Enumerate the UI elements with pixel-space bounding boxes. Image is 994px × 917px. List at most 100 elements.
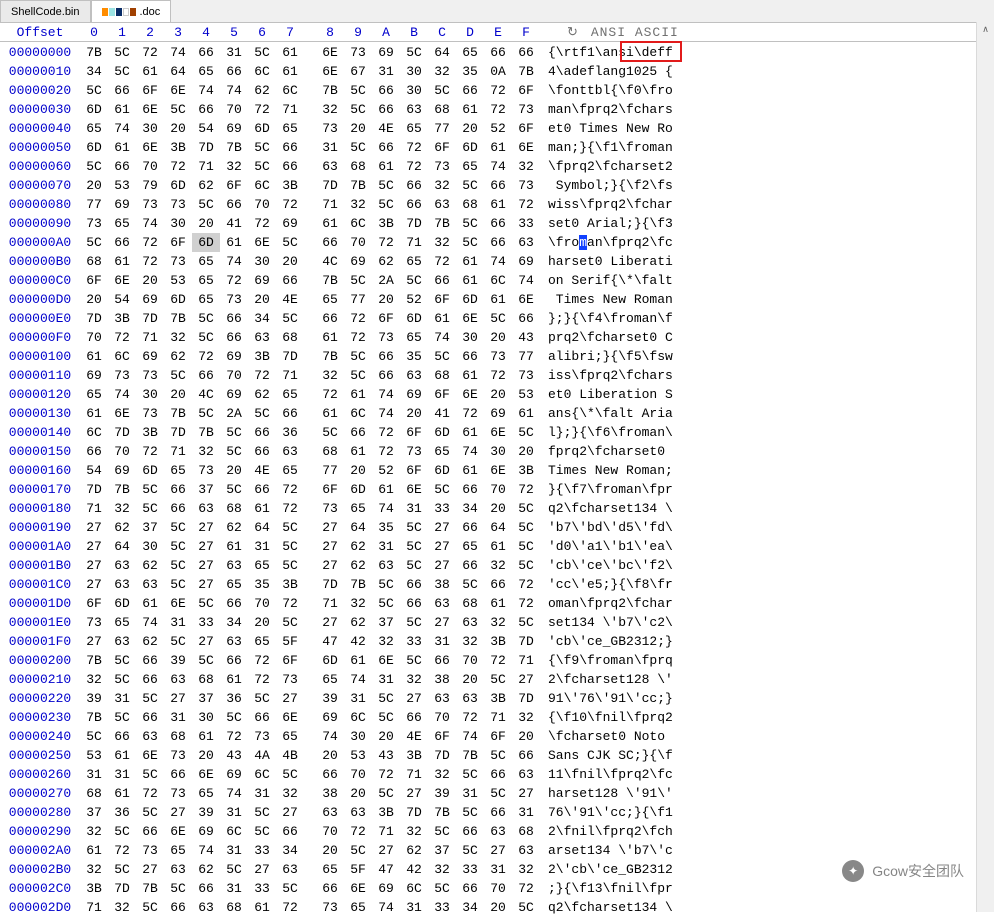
hex-byte[interactable]: 4E [372,119,400,138]
hex-byte[interactable]: 71 [372,822,400,841]
hex-byte[interactable]: 32 [428,233,456,252]
hex-byte[interactable]: 68 [164,727,192,746]
offset-cell[interactable]: 000001F0 [0,632,80,651]
hex-byte[interactable]: 66 [400,594,428,613]
hex-byte[interactable]: 7B [344,176,372,195]
hex-byte[interactable]: 68 [456,195,484,214]
hex-byte[interactable]: 6E [248,233,276,252]
hex-byte[interactable]: 73 [164,746,192,765]
hex-byte[interactable]: 6D [456,138,484,157]
hex-byte[interactable]: 66 [428,271,456,290]
hex-byte[interactable]: 68 [80,252,108,271]
hex-byte[interactable]: 69 [372,879,400,898]
hex-byte[interactable]: 27 [136,860,164,879]
hex-byte[interactable]: 73 [344,43,372,62]
hex-byte[interactable]: 5C [248,803,276,822]
ascii-cell[interactable]: {\f10\fnil\fprq2 [540,708,994,727]
hex-byte[interactable]: 30 [248,252,276,271]
hex-byte[interactable]: 70 [316,822,344,841]
hex-byte[interactable]: 3B [80,879,108,898]
hex-byte[interactable]: 27 [372,841,400,860]
hex-byte[interactable]: 30 [136,385,164,404]
hex-byte[interactable]: 61 [136,62,164,81]
hex-byte[interactable]: 63 [400,366,428,385]
hex-byte[interactable]: 20 [248,613,276,632]
hex-byte[interactable]: 34 [220,613,248,632]
hex-byte[interactable]: 61 [372,480,400,499]
hex-byte[interactable]: 73 [136,404,164,423]
hex-byte[interactable]: 43 [220,746,248,765]
hex-byte[interactable]: 35 [372,518,400,537]
ascii-cell[interactable]: man;}{\f1\froman [540,138,994,157]
hex-byte[interactable]: 43 [512,328,540,347]
offset-cell[interactable]: 00000250 [0,746,80,765]
hex-byte[interactable]: 5C [456,176,484,195]
hex-byte[interactable]: 72 [456,708,484,727]
hex-byte[interactable]: 7D [316,575,344,594]
hex-byte[interactable]: 5C [400,537,428,556]
hex-byte[interactable]: 61 [80,841,108,860]
hex-byte[interactable]: 6E [400,480,428,499]
hex-byte[interactable]: 54 [108,290,136,309]
hex-byte[interactable]: 7D [512,689,540,708]
hex-byte[interactable]: 27 [512,670,540,689]
hex-byte[interactable]: 61 [220,670,248,689]
hex-byte[interactable]: 39 [316,689,344,708]
hex-byte[interactable]: 33 [400,632,428,651]
hex-byte[interactable]: 73 [316,898,344,917]
hex-byte[interactable]: 5C [276,556,304,575]
hex-byte[interactable]: 7B [164,404,192,423]
hex-col-header[interactable]: 7 [276,25,304,40]
hex-byte[interactable]: 66 [372,100,400,119]
hex-byte[interactable]: 61 [456,100,484,119]
hex-byte[interactable]: 2A [220,404,248,423]
hex-byte[interactable]: 6D [316,651,344,670]
hex-col-header[interactable]: 1 [108,25,136,40]
hex-byte[interactable]: 3B [372,214,400,233]
hex-byte[interactable]: 7B [108,480,136,499]
hex-byte[interactable]: 32 [276,784,304,803]
ascii-cell[interactable]: oman\fprq2\fchar [540,594,994,613]
hex-byte[interactable]: 39 [428,784,456,803]
hex-byte[interactable]: 6C [220,822,248,841]
hex-byte[interactable]: 27 [192,575,220,594]
hex-byte[interactable]: 63 [164,860,192,879]
hex-byte[interactable]: 73 [136,841,164,860]
hex-byte[interactable]: 73 [108,366,136,385]
hex-byte[interactable]: 6F [400,461,428,480]
hex-byte[interactable]: 66 [372,347,400,366]
hex-byte[interactable]: 20 [512,442,540,461]
hex-byte[interactable]: 6F [428,385,456,404]
hex-byte[interactable]: 65 [192,271,220,290]
hex-byte[interactable]: 5C [372,195,400,214]
hex-byte[interactable]: 74 [456,442,484,461]
ascii-cell[interactable]: et0 Times New Ro [540,119,994,138]
hex-byte[interactable]: 63 [248,328,276,347]
hex-byte[interactable]: 32 [428,765,456,784]
hex-byte[interactable]: 69 [344,252,372,271]
hex-byte[interactable]: 5C [484,746,512,765]
hex-byte[interactable]: 6E [484,461,512,480]
offset-cell[interactable]: 000000C0 [0,271,80,290]
hex-byte[interactable]: 27 [428,556,456,575]
hex-byte[interactable]: 72 [108,328,136,347]
hex-byte[interactable]: 5C [484,784,512,803]
hex-byte[interactable]: 7B [316,347,344,366]
hex-byte[interactable]: 66 [164,499,192,518]
hex-byte[interactable]: 4E [276,290,304,309]
hex-byte[interactable]: 3B [512,461,540,480]
ascii-cell[interactable]: \fonttbl{\f0\fro [540,81,994,100]
hex-byte[interactable]: 70 [108,442,136,461]
hex-col-header[interactable]: C [428,25,456,40]
hex-byte[interactable]: 5C [108,670,136,689]
hex-byte[interactable]: 5C [80,233,108,252]
hex-byte[interactable]: 32 [484,556,512,575]
hex-byte[interactable]: 63 [108,575,136,594]
hex-byte[interactable]: 20 [372,727,400,746]
hex-byte[interactable]: 69 [372,43,400,62]
hex-byte[interactable]: 5C [164,575,192,594]
hex-byte[interactable]: 32 [428,62,456,81]
hex-byte[interactable]: 6F [428,727,456,746]
hex-byte[interactable]: 3B [164,138,192,157]
hex-byte[interactable]: 73 [192,461,220,480]
